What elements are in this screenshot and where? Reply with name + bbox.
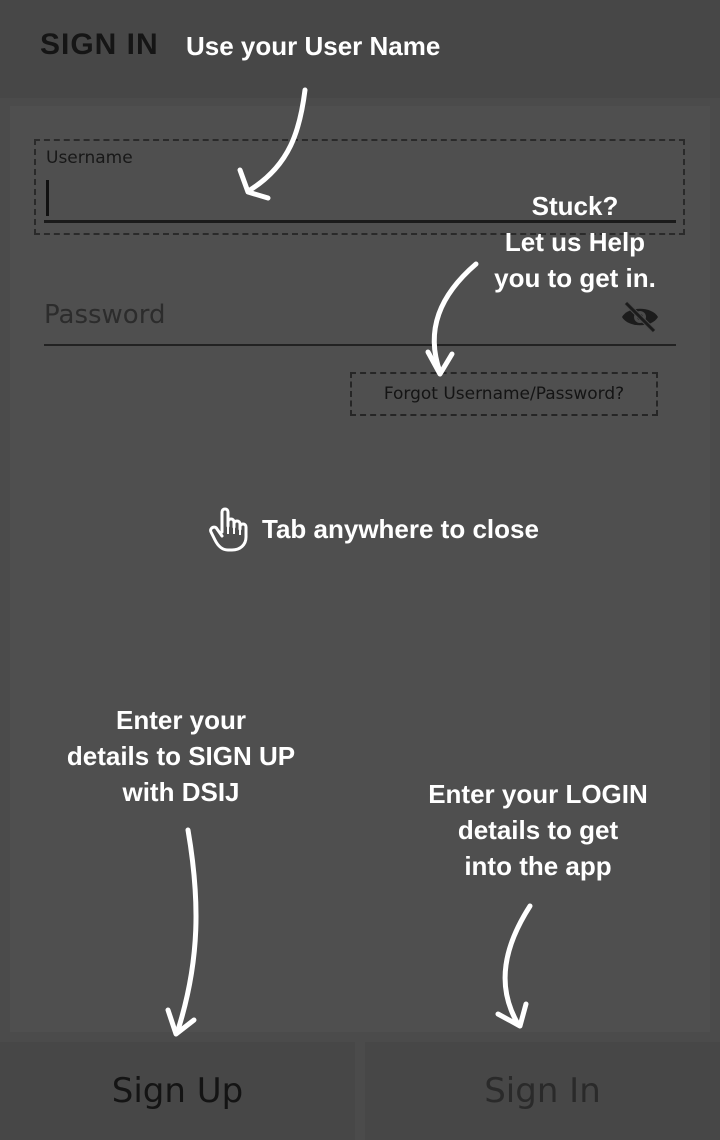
signup-hint-line: with DSIJ (122, 777, 240, 807)
forgot-hint-line: you to get in. (494, 263, 656, 293)
password-underline (44, 344, 676, 346)
eye-slash-icon[interactable] (620, 300, 660, 334)
login-hint: Enter your LOGIN details to get into the… (410, 776, 666, 884)
tap-hand-icon (209, 507, 248, 552)
forgot-hint: Stuck? Let us Help you to get in. (470, 188, 680, 296)
password-field[interactable]: Password (44, 290, 676, 348)
close-hint: Tab anywhere to close (262, 514, 539, 544)
sign-up-button[interactable]: Sign Up (0, 1042, 355, 1140)
forgot-credentials-link[interactable]: Forgot Username/Password? (350, 372, 658, 416)
password-placeholder: Password (44, 300, 166, 330)
login-hint-line: Enter your LOGIN (428, 779, 648, 809)
signup-hint-line: details to SIGN UP (66, 741, 296, 771)
text-caret (46, 180, 49, 216)
forgot-hint-line: Stuck? (531, 191, 619, 221)
username-hint: Use your User Name (186, 31, 441, 61)
login-hint-line: details to get (457, 815, 619, 845)
forgot-hint-line: Let us Help (504, 227, 646, 257)
sign-in-button[interactable]: Sign In (365, 1042, 720, 1140)
signup-hint-line: Enter your (115, 705, 247, 735)
page-title: SIGN IN (40, 28, 159, 61)
signup-hint: Enter your details to SIGN UP with DSIJ (50, 702, 312, 810)
username-label: Username (46, 148, 133, 168)
login-hint-line: into the app (464, 851, 612, 881)
